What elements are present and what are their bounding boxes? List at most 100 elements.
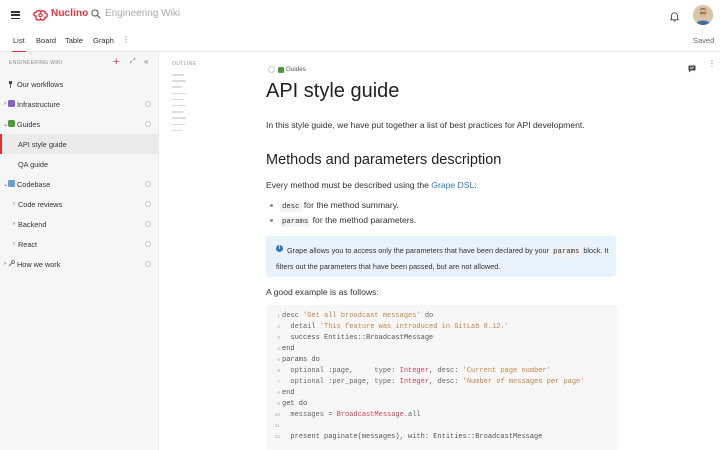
breadcrumb[interactable]: Guides — [268, 66, 306, 73]
code-text: messages = BroadcastMessage.all — [282, 411, 421, 419]
green-book-icon — [278, 66, 284, 73]
line-number: 10 — [274, 413, 280, 418]
tab-list[interactable]: List — [12, 36, 26, 53]
sidebar-item-how-we-work[interactable]: › How we work — [0, 254, 158, 274]
line-number: 6 — [277, 369, 280, 374]
brand-name: Nuclino — [51, 8, 89, 19]
avatar[interactable] — [693, 5, 713, 25]
paragraph-text: Every method must be described using the — [266, 180, 432, 190]
chevron-right-icon[interactable]: › — [13, 221, 15, 227]
sidebar-item-label: Codebase — [17, 179, 51, 189]
chevron-right-icon[interactable]: › — [13, 241, 15, 247]
top-bar: Nuclino — [0, 0, 720, 30]
callout-text: Grape allows you to access only the para… — [276, 244, 611, 273]
tab-graph[interactable]: Graph — [93, 36, 114, 45]
code-text: optional :per_page, type: Integer, desc:… — [282, 378, 585, 386]
bullet-icon — [270, 219, 273, 222]
sidebar-item-api-style-guide[interactable]: API style guide — [0, 134, 158, 154]
sidebar-item-codebase[interactable]: ⌄ Codebase — [0, 174, 158, 194]
expand-all-icon[interactable]: ⤢ — [130, 58, 136, 66]
line-number: 4 — [277, 347, 280, 352]
item-status-icon — [145, 201, 151, 207]
code-text: params do — [282, 356, 320, 364]
sidebar-item-guides[interactable]: ⌄ Guides — [0, 114, 158, 134]
sidebar-item-label: Infrastructure — [17, 99, 60, 109]
search-icon — [91, 8, 101, 19]
sidebar-item-label: Our workflows — [17, 79, 64, 89]
bullet-icon — [270, 204, 273, 207]
sidebar-item-qa-guide[interactable]: QA guide — [0, 154, 158, 174]
green-book-icon — [8, 120, 15, 127]
sidebar-item-label: QA guide — [18, 159, 49, 169]
item-status-icon — [145, 121, 151, 127]
line-number: 7 — [277, 380, 280, 385]
sidebar-item-label: How we work — [17, 259, 61, 269]
callout-text-part: Grape allows you to access only the para… — [287, 246, 552, 255]
method-paragraph[interactable]: Every method must be described using the… — [266, 180, 477, 190]
line-number: 5 — [277, 358, 280, 363]
sidebar-item-label: Code reviews — [18, 199, 63, 209]
example-paragraph[interactable]: A good example is as follows: — [266, 287, 379, 297]
inline-code: params — [280, 217, 311, 227]
sidebar-item-label: React — [18, 239, 38, 249]
code-text: success Entities::BroadcastMessage — [282, 334, 434, 342]
chevron-right-icon[interactable]: › — [4, 101, 6, 107]
chevron-right-icon[interactable]: › — [13, 201, 15, 207]
inline-code: desc — [280, 202, 302, 212]
item-status-icon — [145, 221, 151, 227]
list-item[interactable]: desc for the method summary. — [280, 200, 399, 212]
sidebar-item-label: API style guide — [18, 139, 67, 149]
tab-board[interactable]: Board — [36, 36, 56, 45]
paragraph-text: : — [474, 180, 477, 190]
line-number: 9 — [277, 402, 280, 407]
line-number: 11 — [274, 424, 280, 429]
wrench-icon — [8, 260, 15, 267]
line-number: 8 — [277, 391, 280, 396]
item-status-icon — [145, 181, 151, 187]
menu-icon[interactable] — [11, 11, 20, 19]
list-item[interactable]: params for the method parameters. — [280, 215, 417, 227]
code-text: desc 'Get all broadcast messages' do — [282, 312, 434, 320]
info-callout[interactable]: i Grape allows you to access only the pa… — [266, 236, 616, 277]
line-number: 2 — [277, 325, 280, 330]
item-status-icon — [145, 261, 151, 267]
status-circle-icon — [268, 66, 275, 73]
code-block[interactable]: 1 desc 'Get all broadcast messages' do 2 … — [266, 305, 618, 450]
outline-minimap[interactable] — [172, 74, 186, 136]
line-number: 12 — [274, 435, 280, 440]
search-input[interactable] — [105, 8, 245, 19]
line-number: 1 — [277, 314, 280, 319]
intro-paragraph[interactable]: In this style guide, we have put togethe… — [266, 120, 585, 130]
more-options-icon[interactable]: ⋮ — [708, 59, 716, 68]
comment-icon[interactable] — [688, 60, 696, 78]
sidebar-item-code-reviews[interactable]: › Code reviews — [0, 194, 158, 214]
list-item-text: for the method parameters. — [310, 215, 417, 225]
item-status-icon — [145, 101, 151, 107]
tab-table[interactable]: Table — [65, 36, 83, 45]
sidebar-item-our-workflows[interactable]: Our workflows — [0, 74, 158, 94]
collapse-sidebar-icon[interactable]: « — [144, 57, 148, 66]
computer-icon — [8, 180, 15, 187]
chevron-right-icon[interactable]: › — [4, 261, 6, 267]
tabs-more-icon[interactable]: ⋮ — [122, 35, 130, 44]
code-text: end — [282, 345, 295, 353]
section-heading[interactable]: Methods and parameters description — [266, 152, 501, 168]
add-item-button[interactable]: + — [113, 57, 119, 68]
grape-dsl-link[interactable]: Grape DSL — [431, 180, 474, 190]
sidebar-item-label: Backend — [18, 219, 47, 229]
page-title[interactable]: API style guide — [266, 80, 399, 103]
search-bar[interactable] — [91, 8, 245, 19]
outline-title: OUTLINE — [172, 61, 197, 67]
code-text: present paginate(messages), with: Entiti… — [282, 433, 543, 441]
sidebar-item-react[interactable]: › React — [0, 234, 158, 254]
nuclino-logo-icon — [33, 8, 48, 21]
view-tabs: List Board Table Graph ⋮ Saved — [0, 30, 720, 53]
logo[interactable]: Nuclino — [33, 8, 89, 21]
code-text: detail 'This feature was introduced in G… — [282, 323, 509, 331]
bell-icon[interactable] — [669, 9, 680, 27]
save-status: Saved — [693, 36, 715, 45]
code-text: get do — [282, 400, 308, 408]
sidebar-item-backend[interactable]: › Backend — [0, 214, 158, 234]
sidebar-item-infrastructure[interactable]: › Infrastructure — [0, 94, 158, 114]
sidebar-title: ENGINEERING WIKI — [9, 60, 63, 66]
